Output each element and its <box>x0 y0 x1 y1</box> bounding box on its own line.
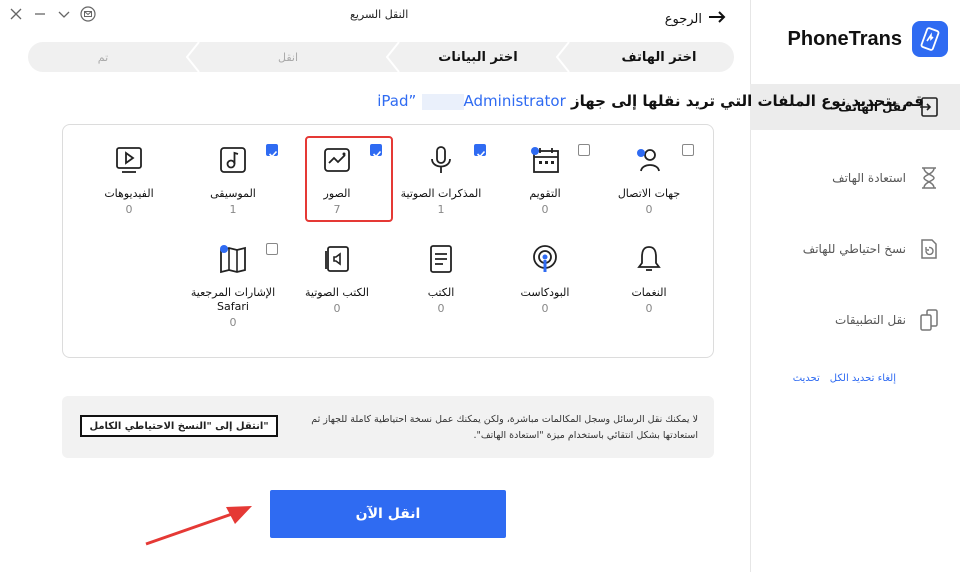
sidebar-item-phone-backup[interactable]: نسخ احتياطي للهاتف <box>750 226 960 272</box>
category-label: جهات الاتصال <box>617 187 681 200</box>
sidebar: PhoneTrans نقل الهاتف استعادة الهاتف نسخ… <box>750 0 960 572</box>
backup-icon <box>916 236 942 262</box>
video-icon <box>116 147 142 173</box>
category-label: الموسيقى <box>210 187 256 200</box>
checkbox-music[interactable] <box>266 144 278 158</box>
notice-text: لا يمكنك نقل الرسائل وسجل المكالمات مباش… <box>311 414 698 441</box>
full-backup-button[interactable]: انتقل إلى "النسخ الاحتياطي الكامل" <box>80 415 278 437</box>
category-count: 0 <box>229 316 237 329</box>
notice-box: لا يمكنك نقل الرسائل وسجل المكالمات مباش… <box>62 396 714 458</box>
refresh-link[interactable]: تحديث <box>793 373 820 384</box>
step-separator-icon <box>556 42 570 72</box>
calendar-icon <box>531 147 559 173</box>
category-count: 0 <box>125 203 133 216</box>
transfer-now-button[interactable]: انقل الآن <box>270 490 506 538</box>
window-title: النقل السريع <box>350 8 409 21</box>
sidebar-item-label: نقل التطبيقات <box>834 313 906 327</box>
category-count: 1 <box>229 203 237 216</box>
check-icon <box>268 150 278 158</box>
book-icon <box>430 245 452 273</box>
arrow-right-icon <box>708 10 726 28</box>
category-label: الفيديوهات <box>104 187 154 200</box>
back-label: الرجوع <box>664 11 702 27</box>
step-choose-data: اختر البيانات <box>438 49 518 65</box>
selection-links: إلغاء تحديد الكل تحديث <box>793 373 896 384</box>
chevron-down-icon[interactable] <box>56 6 72 22</box>
bookmark-icon <box>220 245 246 274</box>
back-button[interactable]: الرجوع <box>665 10 726 28</box>
category-label: الكتب <box>427 286 455 299</box>
category-label: التقويم <box>529 187 561 200</box>
pointer-arrow-icon <box>145 506 252 546</box>
category-label: النغمات <box>631 286 667 299</box>
hourglass-icon <box>916 165 942 191</box>
phonetrans-logo-icon <box>912 21 948 57</box>
category-audiobooks[interactable]: الكتب الصوتية 0 <box>287 244 387 315</box>
progress-steps: اختر الهاتف اختر البيانات انقل تم <box>28 42 734 72</box>
heading-text: قم بتحديد نوع الملفات التي تريد نقلها إل… <box>571 92 924 110</box>
category-count: 0 <box>541 302 549 315</box>
checkbox-safari-bookmarks[interactable] <box>266 243 278 255</box>
close-icon[interactable] <box>8 6 24 22</box>
category-label: الإشارات المرجعية Safari <box>190 286 276 313</box>
sidebar-nav: نقل الهاتف استعادة الهاتف نسخ احتياطي لل… <box>750 84 960 368</box>
checkbox-calendar[interactable] <box>578 144 590 156</box>
device-name: Administrator <box>463 92 566 110</box>
checkbox-voice-memos[interactable] <box>474 144 486 158</box>
check-icon <box>476 150 486 158</box>
mail-icon[interactable] <box>80 6 96 22</box>
redacted-mask <box>421 93 464 110</box>
brand-name: PhoneTrans <box>787 27 902 50</box>
category-books[interactable]: الكتب 0 <box>391 244 491 315</box>
category-safari-bookmarks[interactable]: الإشارات المرجعية Safari 0 <box>183 244 283 329</box>
step-separator-icon <box>386 42 400 72</box>
category-count: 0 <box>333 302 341 315</box>
contacts-icon <box>637 149 660 172</box>
photos-highlight <box>305 136 393 222</box>
music-icon <box>220 147 246 173</box>
title-bar: النقل السريع الرجوع <box>0 0 750 34</box>
category-ringtones[interactable]: النغمات 0 <box>599 244 699 315</box>
sidebar-item-app-transfer[interactable]: نقل التطبيقات <box>750 297 960 343</box>
category-label: الكتب الصوتية <box>304 286 369 299</box>
device-suffix: iPad” <box>377 92 417 110</box>
window-controls <box>8 6 96 22</box>
bell-icon <box>637 246 661 271</box>
minimize-icon[interactable] <box>32 6 48 22</box>
microphone-icon <box>431 146 451 173</box>
audiobook-icon <box>325 246 349 272</box>
step-separator-icon <box>186 42 200 72</box>
sidebar-item-label: استعادة الهاتف <box>832 171 906 185</box>
podcast-icon <box>533 245 557 272</box>
category-label: البودكاست <box>520 286 570 299</box>
category-count: 0 <box>645 203 653 216</box>
category-videos[interactable]: الفيديوهات 0 <box>79 145 179 216</box>
deselect-all-link[interactable]: إلغاء تحديد الكل <box>830 373 896 384</box>
sidebar-item-phone-restore[interactable]: استعادة الهاتف <box>750 155 960 201</box>
apps-transfer-icon <box>916 307 942 333</box>
category-count: 0 <box>541 203 549 216</box>
brand: PhoneTrans <box>788 18 948 60</box>
page-heading: قم بتحديد نوع الملفات التي تريد نقلها إل… <box>377 92 924 110</box>
sidebar-item-label: نسخ احتياطي للهاتف <box>802 242 906 256</box>
category-podcasts[interactable]: البودكاست 0 <box>495 244 595 315</box>
category-label: المذكرات الصوتية <box>400 187 482 200</box>
step-choose-phone: اختر الهاتف <box>621 49 697 65</box>
category-count: 0 <box>645 302 653 315</box>
step-transfer: انقل <box>277 50 298 64</box>
checkbox-contacts[interactable] <box>682 144 694 156</box>
category-count: 1 <box>437 203 445 216</box>
step-done: تم <box>97 50 109 64</box>
category-count: 0 <box>437 302 445 315</box>
